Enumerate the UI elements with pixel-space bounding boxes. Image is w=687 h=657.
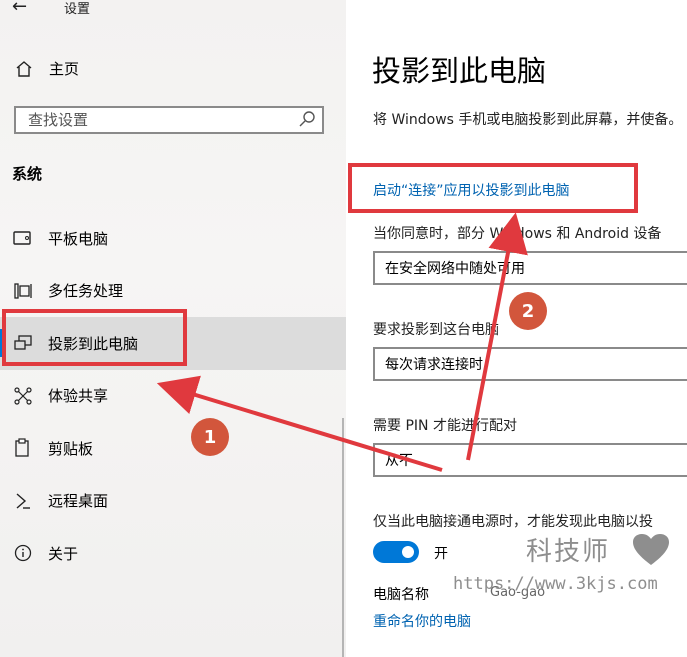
step-badge-1: 1 bbox=[191, 418, 229, 456]
arrow-to-launch-link bbox=[466, 212, 528, 461]
step-badge-2: 2 bbox=[509, 292, 547, 330]
heart-icon bbox=[633, 534, 669, 565]
watermark-url: https://www.3kjs.com bbox=[453, 574, 658, 594]
watermark-brand: 科技师 bbox=[526, 537, 611, 567]
